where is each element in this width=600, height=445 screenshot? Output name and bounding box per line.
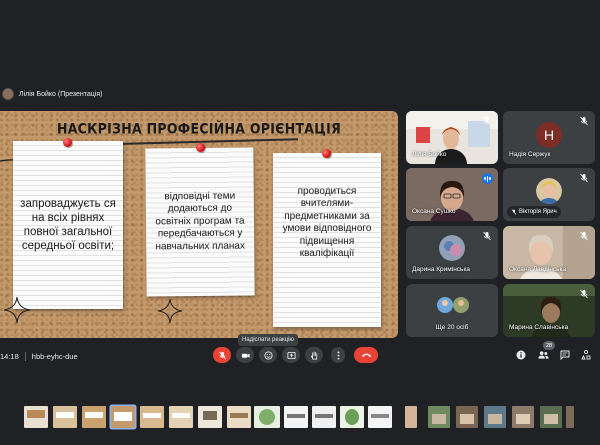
speaking-indicator-icon [482, 173, 493, 184]
mic-off-icon [580, 289, 588, 299]
participant-name: Лілія Бойко [412, 151, 447, 158]
thumbnail-strip [20, 406, 575, 434]
thumbnail[interactable] [405, 406, 417, 428]
thumbnail[interactable] [284, 406, 308, 428]
thumbnail[interactable] [428, 406, 450, 428]
thumbnail[interactable] [312, 406, 336, 428]
name-chip: Вікторія Ярич [507, 206, 561, 218]
note-card-3: проводиться вчителями-предметниками за у… [273, 153, 381, 327]
note-card-1: запроваджуєть ся на всіх рівнях повної з… [13, 141, 123, 309]
note-3-text: проводиться вчителями-предметниками за у… [282, 185, 372, 260]
thumbnail[interactable] [254, 406, 280, 428]
participant-name: Дарина Кримінська [412, 266, 471, 273]
presenter-bar: Лілія Бойко (Презентація) [0, 86, 103, 102]
thumbnail[interactable] [82, 406, 106, 428]
participant-name: Оксана Сушко [412, 208, 456, 215]
sparkle-doodle [158, 299, 182, 323]
participant-name: Надія Сержук [509, 151, 551, 158]
activities-button[interactable] [580, 349, 592, 361]
participant-tile[interactable]: Оксана Лавдінська [503, 226, 595, 279]
people-icon [537, 351, 549, 359]
people-button[interactable] [537, 349, 549, 361]
avatar: H [536, 121, 562, 148]
participant-tile-speaking[interactable]: Оксана Сушко [406, 168, 498, 221]
avatar [536, 177, 562, 204]
divider [24, 351, 26, 361]
thumbnail[interactable] [456, 406, 478, 428]
mic-off-icon [580, 173, 588, 183]
end-call-icon [361, 353, 371, 358]
chat-button[interactable] [559, 349, 571, 361]
presentation-slide: НАСКРІЗНА ПРОФЕСІЙНА ОРІЄНТАЦІЯ запровад… [0, 111, 398, 338]
presenter-avatar [2, 88, 14, 100]
activities-icon [581, 350, 591, 360]
thumbnail[interactable] [169, 406, 193, 428]
note-1-text: запроваджуєть ся на всіх рівнях повної з… [20, 198, 116, 252]
thumbnail[interactable] [512, 406, 534, 428]
camera-toggle-button[interactable] [236, 347, 254, 363]
note-2-text: відповідні теми додаються до освітніх пр… [155, 190, 246, 253]
thumbnail[interactable] [368, 406, 392, 428]
reaction-button[interactable] [259, 347, 277, 363]
more-participants-label: Ще 20 осіб [435, 324, 469, 331]
raise-hand-icon [310, 351, 317, 359]
thumbnail-active[interactable] [111, 406, 135, 428]
more-options-button[interactable] [331, 347, 345, 363]
pin-icon [196, 143, 205, 152]
mic-off-icon [218, 351, 226, 359]
more-icon [337, 350, 339, 360]
pin-icon [63, 138, 72, 147]
thumbnail[interactable] [24, 406, 48, 428]
mic-toggle-button[interactable] [213, 347, 231, 363]
thumbnail[interactable] [140, 406, 164, 428]
thumbnail[interactable] [540, 406, 562, 428]
end-call-button[interactable] [354, 347, 378, 363]
reaction-tooltip: Надіслати реакцію [238, 334, 298, 346]
avatar [439, 234, 465, 261]
emoji-icon [263, 350, 273, 360]
mic-off-icon [580, 231, 588, 241]
more-participants-tile[interactable]: Ще 20 осіб [406, 284, 498, 337]
present-button[interactable] [282, 347, 300, 363]
avatar-group [437, 297, 469, 313]
slide-title: НАСКРІЗНА ПРОФЕСІЙНА ОРІЄНТАЦІЯ [56, 119, 342, 138]
participant-tile[interactable]: Марина Славінська [503, 284, 595, 337]
thumbnail[interactable] [53, 406, 77, 428]
present-icon [286, 351, 296, 359]
participant-tile[interactable]: H Надія Сержук [503, 111, 595, 164]
mic-off-icon [511, 209, 517, 215]
thumbnail[interactable] [566, 406, 574, 428]
pin-icon [322, 149, 331, 158]
sparkle-doodle [4, 297, 30, 323]
participant-name: Вікторія Ярич [519, 209, 557, 215]
chat-icon [560, 350, 570, 360]
presenter-label: Лілія Бойко (Презентація) [19, 90, 103, 98]
meeting-code: hbb-eyhc-due [31, 351, 78, 361]
thumbnail[interactable] [198, 406, 222, 428]
info-icon [516, 350, 526, 360]
thumbnail[interactable] [227, 406, 251, 428]
participant-name: Оксана Лавдінська [509, 266, 567, 273]
meeting-details-button[interactable] [515, 349, 527, 361]
mic-off-icon [580, 116, 588, 126]
participant-tile[interactable]: Лілія Бойко [406, 111, 498, 164]
participant-name: Марина Славінська [509, 324, 569, 331]
meeting-info: 14:18 hbb-eyhc-due [0, 350, 78, 362]
meeting-time: 14:18 [0, 351, 19, 361]
thumbnail[interactable] [484, 406, 506, 428]
thumbnail[interactable] [340, 406, 364, 428]
raise-hand-button[interactable] [305, 347, 323, 363]
mic-off-icon [483, 231, 491, 241]
participant-tile[interactable]: Дарина Кримінська [406, 226, 498, 279]
camera-icon [241, 353, 250, 358]
note-card-2: відповідні теми додаються до освітніх пр… [145, 147, 255, 297]
mic-off-icon [483, 116, 491, 126]
participant-tile[interactable]: Вікторія Ярич [503, 168, 595, 221]
